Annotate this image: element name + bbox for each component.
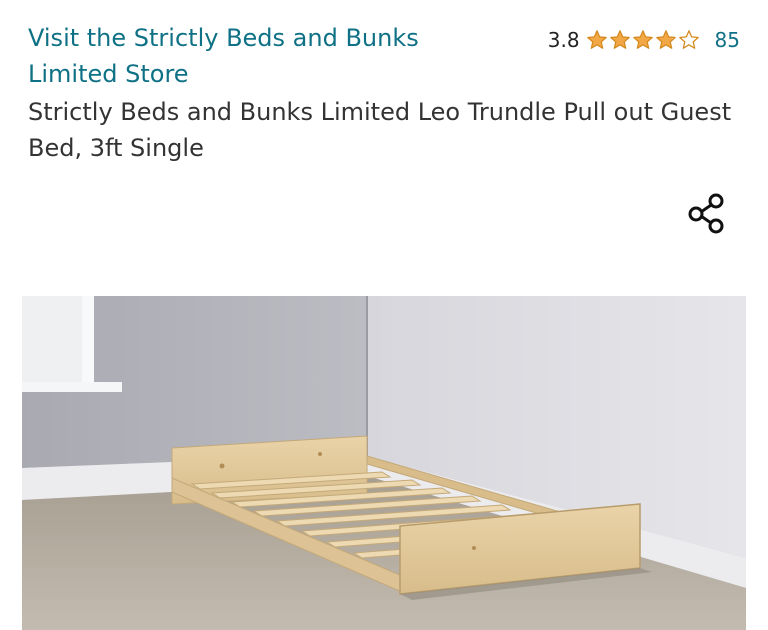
star-icon [586, 30, 607, 49]
star-icon [632, 30, 653, 49]
rating-summary: 3.8 85 [548, 24, 740, 56]
share-icon [688, 193, 724, 234]
star-rating[interactable] [586, 29, 701, 51]
rating-count-link[interactable]: 85 [715, 28, 740, 52]
rating-score: 3.8 [547, 28, 580, 52]
store-link[interactable]: Visit the Strictly Beds and Bunks Limite… [28, 20, 468, 92]
product-image[interactable] [22, 296, 746, 630]
star-icon [678, 30, 699, 49]
star-icon [609, 30, 630, 49]
trundle-bed-photo [22, 296, 746, 630]
share-button[interactable] [684, 190, 730, 236]
star-icon [655, 30, 676, 49]
product-title: Strictly Beds and Bunks Limited Leo Trun… [28, 98, 732, 162]
